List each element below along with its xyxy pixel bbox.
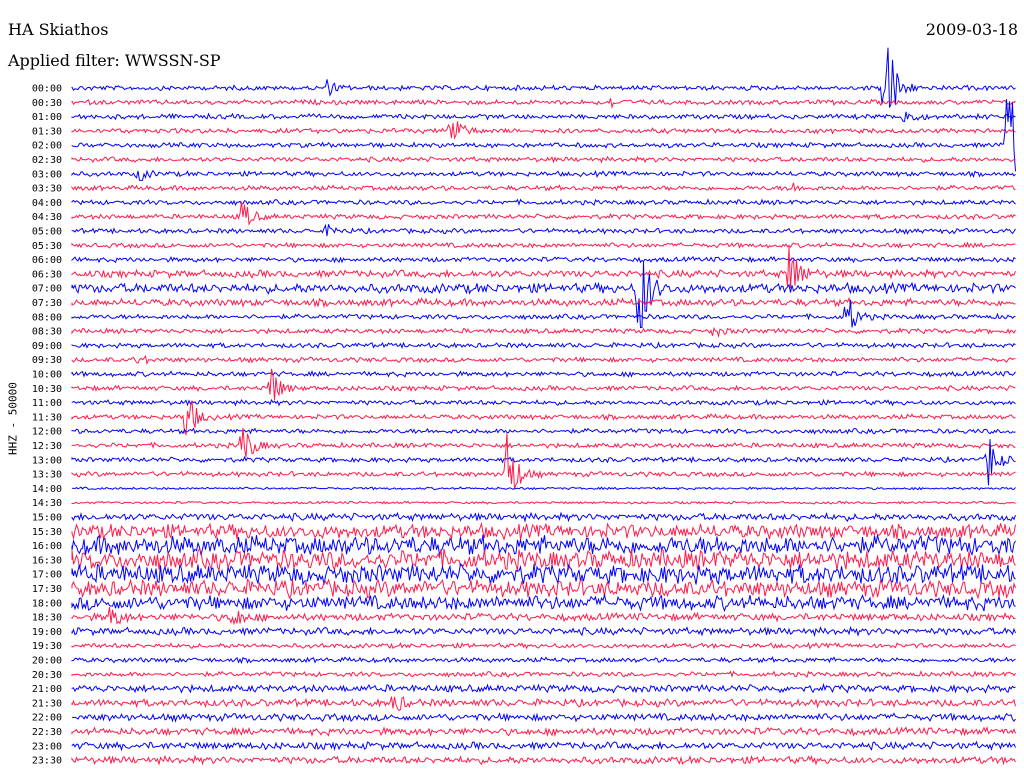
trace-row <box>71 111 1016 123</box>
time-label: 09:00 <box>32 341 62 352</box>
time-label: 10:00 <box>32 370 62 381</box>
trace-row <box>71 223 1016 237</box>
trace-row <box>71 326 1016 338</box>
time-label: 15:00 <box>32 513 62 524</box>
time-label: 17:00 <box>32 570 62 581</box>
trace-row <box>71 656 1016 665</box>
trace-row <box>71 740 1016 752</box>
trace-row <box>71 427 1016 435</box>
time-label: 13:30 <box>32 470 62 481</box>
time-labels: 00:00 00:30 01:00 01:30 02:00 02:30 03:00 03:30… <box>32 84 62 767</box>
trace-row <box>71 370 1016 378</box>
trace-row <box>71 398 1016 407</box>
trace-row <box>71 155 1016 164</box>
time-label: 19:30 <box>32 641 62 652</box>
time-label: 06:00 <box>32 255 62 266</box>
trace-row <box>71 578 1016 600</box>
trace-group <box>71 47 1016 766</box>
trace-row <box>71 754 1016 766</box>
trace-row <box>71 296 1016 309</box>
trace-row <box>71 255 1016 264</box>
time-label: 08:00 <box>32 312 62 323</box>
time-label: 00:30 <box>32 98 62 109</box>
trace-row <box>71 246 1016 289</box>
time-label: 17:30 <box>32 584 62 595</box>
time-label: 21:30 <box>32 698 62 709</box>
time-label: 22:00 <box>32 713 62 724</box>
time-label: 16:30 <box>32 555 62 566</box>
time-label: 11:30 <box>32 412 62 423</box>
time-label: 19:00 <box>32 627 62 638</box>
time-label: 02:30 <box>32 155 62 166</box>
time-label: 09:30 <box>32 355 62 366</box>
trace-row <box>71 511 1016 523</box>
time-label: 02:00 <box>32 141 62 152</box>
time-label: 05:30 <box>32 241 62 252</box>
trace-row <box>71 198 1016 207</box>
time-label: 21:00 <box>32 684 62 695</box>
trace-row <box>71 712 1016 723</box>
trace-row <box>71 607 1016 626</box>
trace-row <box>71 354 1016 366</box>
time-label: 13:00 <box>32 455 62 466</box>
time-label: 03:00 <box>32 169 62 180</box>
trace-row <box>71 500 1016 505</box>
trace-row <box>71 121 1016 140</box>
helicorder-plot: 00:00 00:30 01:00 01:30 02:00 02:30 03:00 03:30… <box>32 47 1016 767</box>
time-label: 22:30 <box>32 727 62 738</box>
trace-row <box>71 486 1016 491</box>
time-label: 03:30 <box>32 184 62 195</box>
trace-row <box>71 98 1016 109</box>
trace-row <box>71 534 1016 557</box>
trace-row <box>71 182 1016 193</box>
time-label: 23:30 <box>32 756 62 767</box>
trace-row <box>71 593 1016 613</box>
time-label: 00:00 <box>32 84 62 95</box>
trace-row <box>71 625 1016 638</box>
trace-row <box>71 696 1016 712</box>
trace-row <box>71 562 1016 586</box>
trace-row <box>71 547 1016 572</box>
time-label: 14:30 <box>32 498 62 509</box>
trace-row <box>71 169 1016 181</box>
time-label: 16:00 <box>32 541 62 552</box>
trace-row <box>71 201 1016 227</box>
time-label: 15:30 <box>32 527 62 538</box>
time-label: 07:00 <box>32 284 62 295</box>
time-label: 05:00 <box>32 227 62 238</box>
time-label: 04:00 <box>32 198 62 209</box>
time-label: 20:00 <box>32 656 62 667</box>
time-label: 10:30 <box>32 384 62 395</box>
time-label: 11:00 <box>32 398 62 409</box>
trace-row <box>71 241 1016 249</box>
time-label: 04:30 <box>32 212 62 223</box>
time-label: 18:30 <box>32 613 62 624</box>
time-label: 23:00 <box>32 741 62 752</box>
trace-row <box>71 47 1016 108</box>
time-label: 08:30 <box>32 327 62 338</box>
time-label: 01:00 <box>32 112 62 123</box>
time-label: 06:30 <box>32 269 62 280</box>
time-label: 20:30 <box>32 670 62 681</box>
trace-row <box>71 641 1016 650</box>
trace-row <box>71 682 1016 694</box>
time-label: 12:30 <box>32 441 62 452</box>
trace-row <box>71 670 1016 678</box>
time-label: 12:00 <box>32 427 62 438</box>
time-label: 07:30 <box>32 298 62 309</box>
trace-row <box>71 299 1016 328</box>
trace-row <box>71 725 1016 738</box>
time-label: 01:30 <box>32 126 62 137</box>
trace-row <box>71 341 1016 350</box>
trace-row <box>71 439 1016 486</box>
time-label: 14:00 <box>32 484 62 495</box>
time-label: 18:00 <box>32 598 62 609</box>
